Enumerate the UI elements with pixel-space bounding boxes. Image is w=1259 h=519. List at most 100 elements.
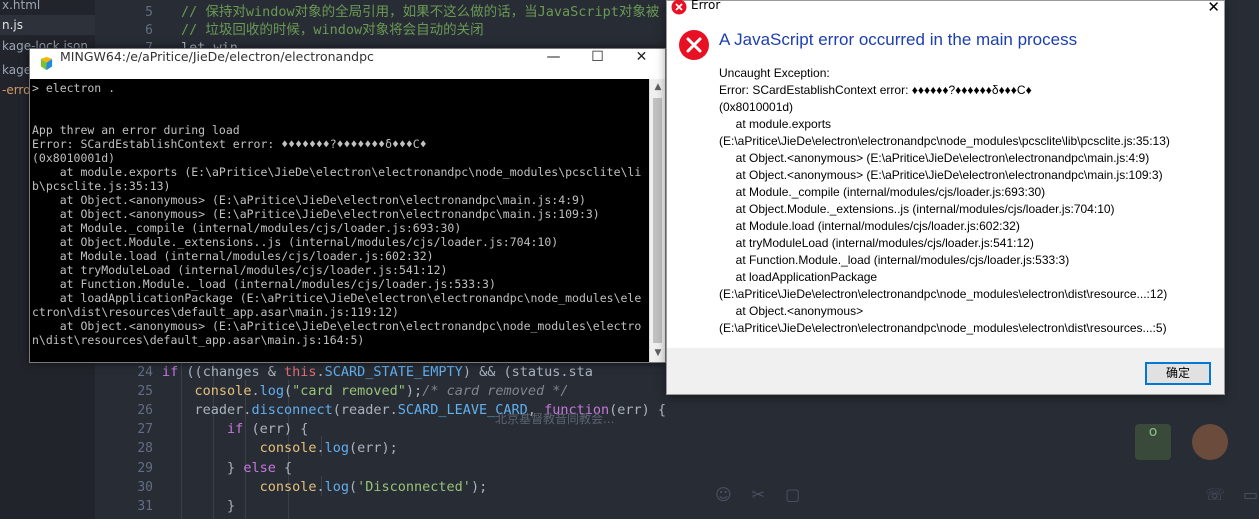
dialog-titlebar[interactable]: Error ✕ [667, 0, 1224, 16]
code-token: ); [405, 383, 423, 400]
code-token: ( [283, 383, 293, 400]
terminal-line: (0x8010001d) [32, 151, 116, 165]
terminal-output[interactable]: > electron . App threw an error during lo… [30, 79, 650, 362]
code-token: ); [470, 478, 488, 495]
terminal-titlebar[interactable]: MINGW64:/e/aPritice/JieDe/electron/elect… [30, 49, 665, 79]
terminal-line: at Object.Module._extensions..js (intern… [32, 235, 559, 249]
message-line: at module.exports [719, 117, 832, 131]
code-token: if [162, 364, 179, 380]
code-token: else [243, 459, 276, 476]
dialog-message: Uncaught Exception: Error: SCardEstablish… [719, 65, 1219, 337]
code-token: console [259, 478, 317, 495]
code-token: changes [202, 364, 268, 380]
tree-item-file[interactable]: x.html [0, 0, 40, 15]
code-token: & [267, 364, 284, 380]
avatar [1192, 424, 1228, 460]
code-token: "card removed" [292, 383, 406, 400]
message-line: at Object.<anonymous> [719, 304, 864, 318]
message-line: Uncaught Exception: [719, 66, 830, 80]
code-token: console [194, 383, 252, 400]
terminal-line: at tryModuleLoad (internal/modules/cjs/l… [32, 263, 448, 277]
message-line: at Object.<anonymous> (E:\aPritice\JieDe… [719, 168, 1163, 182]
code-token: SCARD_STATE_EMPTY [324, 364, 463, 380]
terminal-line: at Function.Module._load (internal/modul… [32, 277, 496, 291]
code-line[interactable]: // 保持对window对象的全局引用，如果不这么做的话，当JavaScript… [181, 3, 659, 22]
code-token: (reader. [332, 402, 398, 419]
code-token: ( [349, 478, 358, 495]
ok-button[interactable]: 确定 [1145, 362, 1211, 385]
code-line[interactable]: } [97, 497, 235, 516]
message-line: at Object.Module._extensions..js (intern… [719, 202, 1115, 216]
code-token: log [324, 478, 349, 495]
message-line: Error: SCardEstablishContext error: ♦♦♦♦… [719, 83, 1032, 97]
scroll-down-icon[interactable]: ▼ [650, 345, 666, 362]
code-token: ) && ( [462, 364, 512, 380]
minimize-button[interactable]: — [531, 49, 576, 79]
code-token: log [259, 383, 284, 400]
terminal-line: ctron\dist\resources\default_app.asar\ma… [32, 305, 399, 319]
chat-bubble: o [1135, 424, 1171, 460]
code-line[interactable]: console.log(err); [97, 439, 398, 458]
code-line[interactable]: } else { [97, 459, 292, 478]
code-token: } [97, 497, 236, 514]
terminal-line: Error: SCardEstablishContext error: ♦♦♦♦… [32, 137, 427, 151]
message-line: at Function.Module._load (internal/modul… [719, 253, 1070, 267]
tree-item-folder[interactable]: -erro [0, 80, 30, 100]
code-token: console [259, 440, 317, 457]
dialog-footer: 确定 [667, 348, 1224, 394]
scrollbar-thumb[interactable] [653, 98, 662, 343]
code-line[interactable]: // 垃圾回收的时候，window对象将会自动的关闭 [181, 21, 484, 40]
mingw-icon [40, 57, 53, 71]
message-line: at tryModuleLoad (internal/modules/cjs/l… [719, 236, 1034, 250]
dialog-heading: A JavaScript error occurred in the main … [719, 30, 1078, 49]
message-line: (E:\aPritice\JieDe\electron\electronandp… [719, 134, 1170, 148]
terminal-line: at module.exports (E:\aPritice\JieDe\ele… [32, 165, 642, 179]
error-circle-icon [679, 30, 709, 60]
terminal-line: > electron . [32, 81, 116, 95]
message-line: (E:\aPritice\JieDe\electron\electronandp… [719, 321, 1167, 335]
code-token: . [251, 383, 260, 400]
code-token: status.sta [511, 364, 593, 380]
error-dialog[interactable]: Error ✕ A JavaScript error occurred in t… [666, 0, 1225, 395]
close-button[interactable]: ✕ [619, 49, 664, 79]
code-token: reader. [97, 402, 252, 419]
code-token: (err); [349, 440, 398, 457]
code-token: (err) { [243, 421, 309, 438]
code-line[interactable]: console.log("card removed");/* card remo… [97, 382, 569, 401]
maximize-button[interactable]: ☐ [575, 49, 620, 79]
code-token: log [324, 440, 349, 457]
error-icon [671, 0, 687, 15]
chat-ghost-text: 北京基督教音同教会... [495, 412, 615, 426]
message-line: at loadApplicationPackage [719, 270, 878, 284]
code-token: this [283, 364, 317, 380]
message-line: (0x8010001d) [719, 100, 794, 114]
line-number: 5 [145, 5, 153, 20]
terminal-line: App threw an error during load [32, 123, 240, 137]
code-line[interactable]: if ((changes & this.SCARD_STATE_EMPTY) &… [97, 363, 593, 382]
code-token: . [316, 364, 325, 380]
scrollbar[interactable]: ▲ ▼ [649, 79, 665, 362]
message-line: at Module.load (internal/modules/cjs/loa… [719, 219, 1020, 233]
code-token: /* card removed */ [422, 383, 569, 400]
scroll-up-icon[interactable]: ▲ [650, 79, 666, 96]
code-line[interactable]: console.log('Disconnected'); [97, 478, 488, 497]
code-line[interactable]: if (err) { [97, 420, 308, 439]
chat-toolbar-icons: ☺✂▢ [715, 485, 821, 504]
message-line: at Object.<anonymous> (E:\aPritice\JieDe… [719, 151, 1150, 165]
code-token: disconnect [251, 402, 333, 419]
line-number: 6 [145, 23, 153, 38]
chat-toolbar-right-icons: ☏▭ [1205, 485, 1258, 504]
tree-item-file-active[interactable]: n.js [0, 15, 95, 35]
close-button[interactable]: ✕ [1207, 0, 1220, 16]
code-token: . [316, 478, 325, 495]
terminal-title: MINGW64:/e/aPritice/JieDe/electron/elect… [60, 49, 374, 64]
code-token: (err) { [609, 402, 666, 419]
terminal-window[interactable]: MINGW64:/e/aPritice/JieDe/electron/elect… [29, 48, 666, 363]
